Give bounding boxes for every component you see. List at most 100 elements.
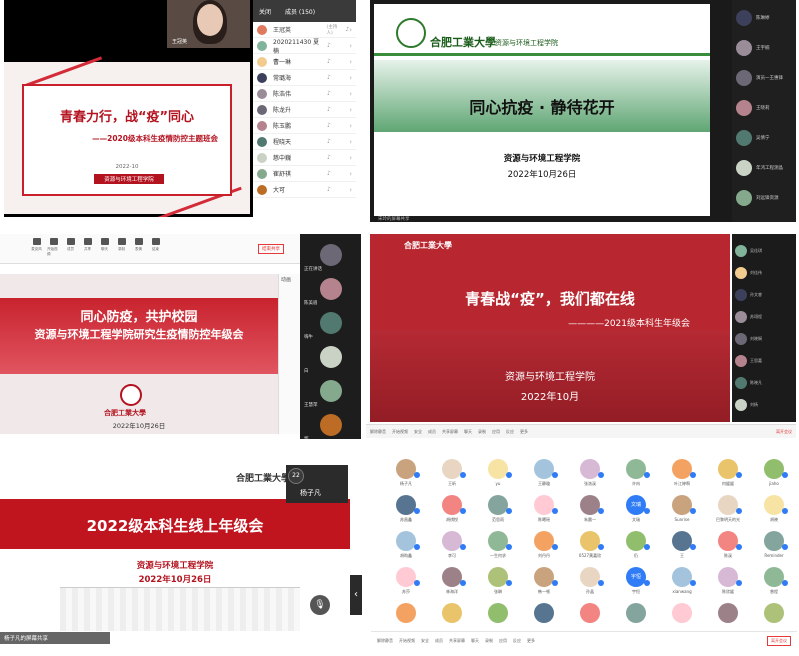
chevron-right-icon[interactable]: ›: [349, 154, 352, 162]
chevron-right-icon[interactable]: ›: [349, 170, 352, 178]
participant-tile[interactable]: 曾程: [751, 565, 797, 599]
participant-tile[interactable]: [751, 601, 797, 635]
participant-tile[interactable]: 王静璇: [521, 457, 567, 491]
participant-tile[interactable]: 仍: [613, 529, 659, 563]
control-button[interactable]: 录制: [478, 429, 486, 435]
participant-tile[interactable]: 苏昌鑫: [383, 493, 429, 527]
member-row[interactable]: 崔舒祺 ♪ ›: [253, 166, 356, 182]
toolbar-button[interactable]: 成员: [64, 238, 77, 263]
participant-tile[interactable]: 李可: [429, 529, 475, 563]
control-button[interactable]: 聊天: [464, 429, 472, 435]
control-button[interactable]: 开始视频: [399, 638, 415, 644]
control-button[interactable]: 更多: [520, 429, 528, 435]
control-button[interactable]: 解除静音: [377, 638, 393, 644]
member-row[interactable]: 2020211430 夏楠 ♪ ›: [253, 38, 356, 55]
participant-tile[interactable]: 陈美眉: [304, 272, 357, 306]
control-button[interactable]: 应用: [492, 429, 500, 435]
participant-tile[interactable]: 年鸿工程测晶: [732, 156, 796, 180]
leave-button[interactable]: 离开会议: [776, 429, 792, 435]
participant-tile[interactable]: [429, 601, 475, 635]
member-row[interactable]: 大可 ♪ ›: [253, 182, 356, 198]
participant-tile[interactable]: 陈曦瑶: [521, 493, 567, 527]
participant-tile[interactable]: 王: [659, 529, 705, 563]
participant-tile[interactable]: 陈琳婷: [732, 6, 796, 30]
participant-tile[interactable]: 白: [304, 340, 357, 374]
participant-tile[interactable]: 陈欣媛: [705, 565, 751, 599]
participant-tile[interactable]: 刘远锋资源: [732, 186, 796, 210]
participant-tile[interactable]: 正在讲话: [304, 238, 357, 272]
member-row[interactable]: 慈中巍 ♪ ›: [253, 150, 356, 166]
stop-share-button[interactable]: 结束共享: [258, 244, 284, 254]
participant-tile[interactable]: [659, 601, 705, 635]
participant-tile[interactable]: [613, 601, 659, 635]
chevron-right-icon[interactable]: ›: [349, 90, 352, 98]
chevron-right-icon[interactable]: ›: [349, 122, 352, 130]
close-button[interactable]: 关闭: [259, 7, 271, 16]
participant-tile[interactable]: [567, 601, 613, 635]
participant-tile[interactable]: 胡祺悦: [429, 493, 475, 527]
participant-tile[interactable]: 刘丹丹: [521, 529, 567, 563]
control-button[interactable]: 反应: [506, 429, 514, 435]
participant-tile[interactable]: 文瑞 文瑞: [613, 493, 659, 527]
participant-tile[interactable]: 孙文睿: [732, 284, 796, 306]
control-button[interactable]: 安全: [414, 429, 422, 435]
participant-tile[interactable]: 何媛媛: [705, 457, 751, 491]
participant-tile[interactable]: 王宇楠: [732, 36, 796, 60]
control-button[interactable]: 成员: [435, 638, 443, 644]
toolbar-button[interactable]: 结束: [149, 238, 162, 263]
participant-tile[interactable]: 张洛溪: [567, 457, 613, 491]
participant-tile[interactable]: [475, 601, 521, 635]
participant-tile[interactable]: 许冉: [613, 457, 659, 491]
participant-tile[interactable]: 王昕: [429, 457, 475, 491]
chevron-right-icon[interactable]: ›: [349, 186, 352, 194]
participant-tile[interactable]: 王思嘉: [732, 350, 796, 372]
chevron-right-icon[interactable]: ›: [349, 74, 352, 82]
participant-tile[interactable]: [521, 601, 567, 635]
control-button[interactable]: 录制: [485, 638, 493, 644]
control-button[interactable]: 共享屏幕: [442, 429, 458, 435]
control-button[interactable]: 开始视频: [392, 429, 408, 435]
participant-tile[interactable]: Sunrise: [659, 493, 705, 527]
participant-tile[interactable]: 韩一顿: [521, 565, 567, 599]
control-button[interactable]: 解除静音: [370, 429, 386, 435]
participant-tile[interactable]: 巴黎明天的光: [705, 493, 751, 527]
toolbar-button[interactable]: 聊天: [98, 238, 111, 263]
participant-tile[interactable]: 叶江婷啊: [659, 457, 705, 491]
participant-tile[interactable]: 陈溪: [705, 529, 751, 563]
participant-tile[interactable]: 张琳: [475, 565, 521, 599]
participant-tile[interactable]: 一生何求: [475, 529, 521, 563]
toolbar-button[interactable]: 表情: [132, 238, 145, 263]
control-button[interactable]: 安全: [421, 638, 429, 644]
microphone-icon[interactable]: 🎙: [310, 595, 330, 615]
toolbar-button[interactable]: 录制: [115, 238, 128, 263]
participant-tile[interactable]: 朱晨一: [567, 493, 613, 527]
control-button[interactable]: 应用: [499, 638, 507, 644]
participant-tile[interactable]: jiaho: [751, 457, 797, 491]
member-row[interactable]: 曹一琳 ♪ ›: [253, 54, 356, 70]
camera-video[interactable]: 王冠英: [167, 0, 250, 48]
chevron-right-icon[interactable]: ›: [349, 42, 352, 50]
participant-tile[interactable]: 王慧萍: [304, 374, 357, 408]
participant-tile[interactable]: 宇恒 宇恒: [613, 565, 659, 599]
participant-tile[interactable]: xianwang: [659, 565, 705, 599]
participant-tile[interactable]: 王晓莉: [732, 96, 796, 120]
participant-tile[interactable]: 0527黄嘉欣: [567, 529, 613, 563]
member-row[interactable]: 陈玉鹏 ♪ ›: [253, 118, 356, 134]
participant-tile[interactable]: 刘杨: [732, 394, 796, 416]
participant-tile[interactable]: [383, 601, 429, 635]
participant-tile[interactable]: 陈晓凡: [732, 372, 796, 394]
control-button[interactable]: 成员: [428, 429, 436, 435]
chevron-right-icon[interactable]: ›: [349, 138, 352, 146]
participant-tile[interactable]: 苏莎: [383, 565, 429, 599]
participant-tile[interactable]: 郭: [304, 408, 357, 439]
control-button[interactable]: 聊天: [471, 638, 479, 644]
participant-tile[interactable]: [705, 601, 751, 635]
leave-button[interactable]: 离开会议: [767, 635, 791, 646]
participant-tile[interactable]: 刘佳伟: [732, 262, 796, 284]
participant-tile[interactable]: 范思雨: [475, 493, 521, 527]
control-button[interactable]: 反应: [513, 638, 521, 644]
participant-tile[interactable]: 苏翊程: [732, 306, 796, 328]
chevron-right-icon[interactable]: ›: [349, 106, 352, 114]
participant-tile[interactable]: 孙晶: [567, 565, 613, 599]
participant-tile[interactable]: 杨子凡: [383, 457, 429, 491]
